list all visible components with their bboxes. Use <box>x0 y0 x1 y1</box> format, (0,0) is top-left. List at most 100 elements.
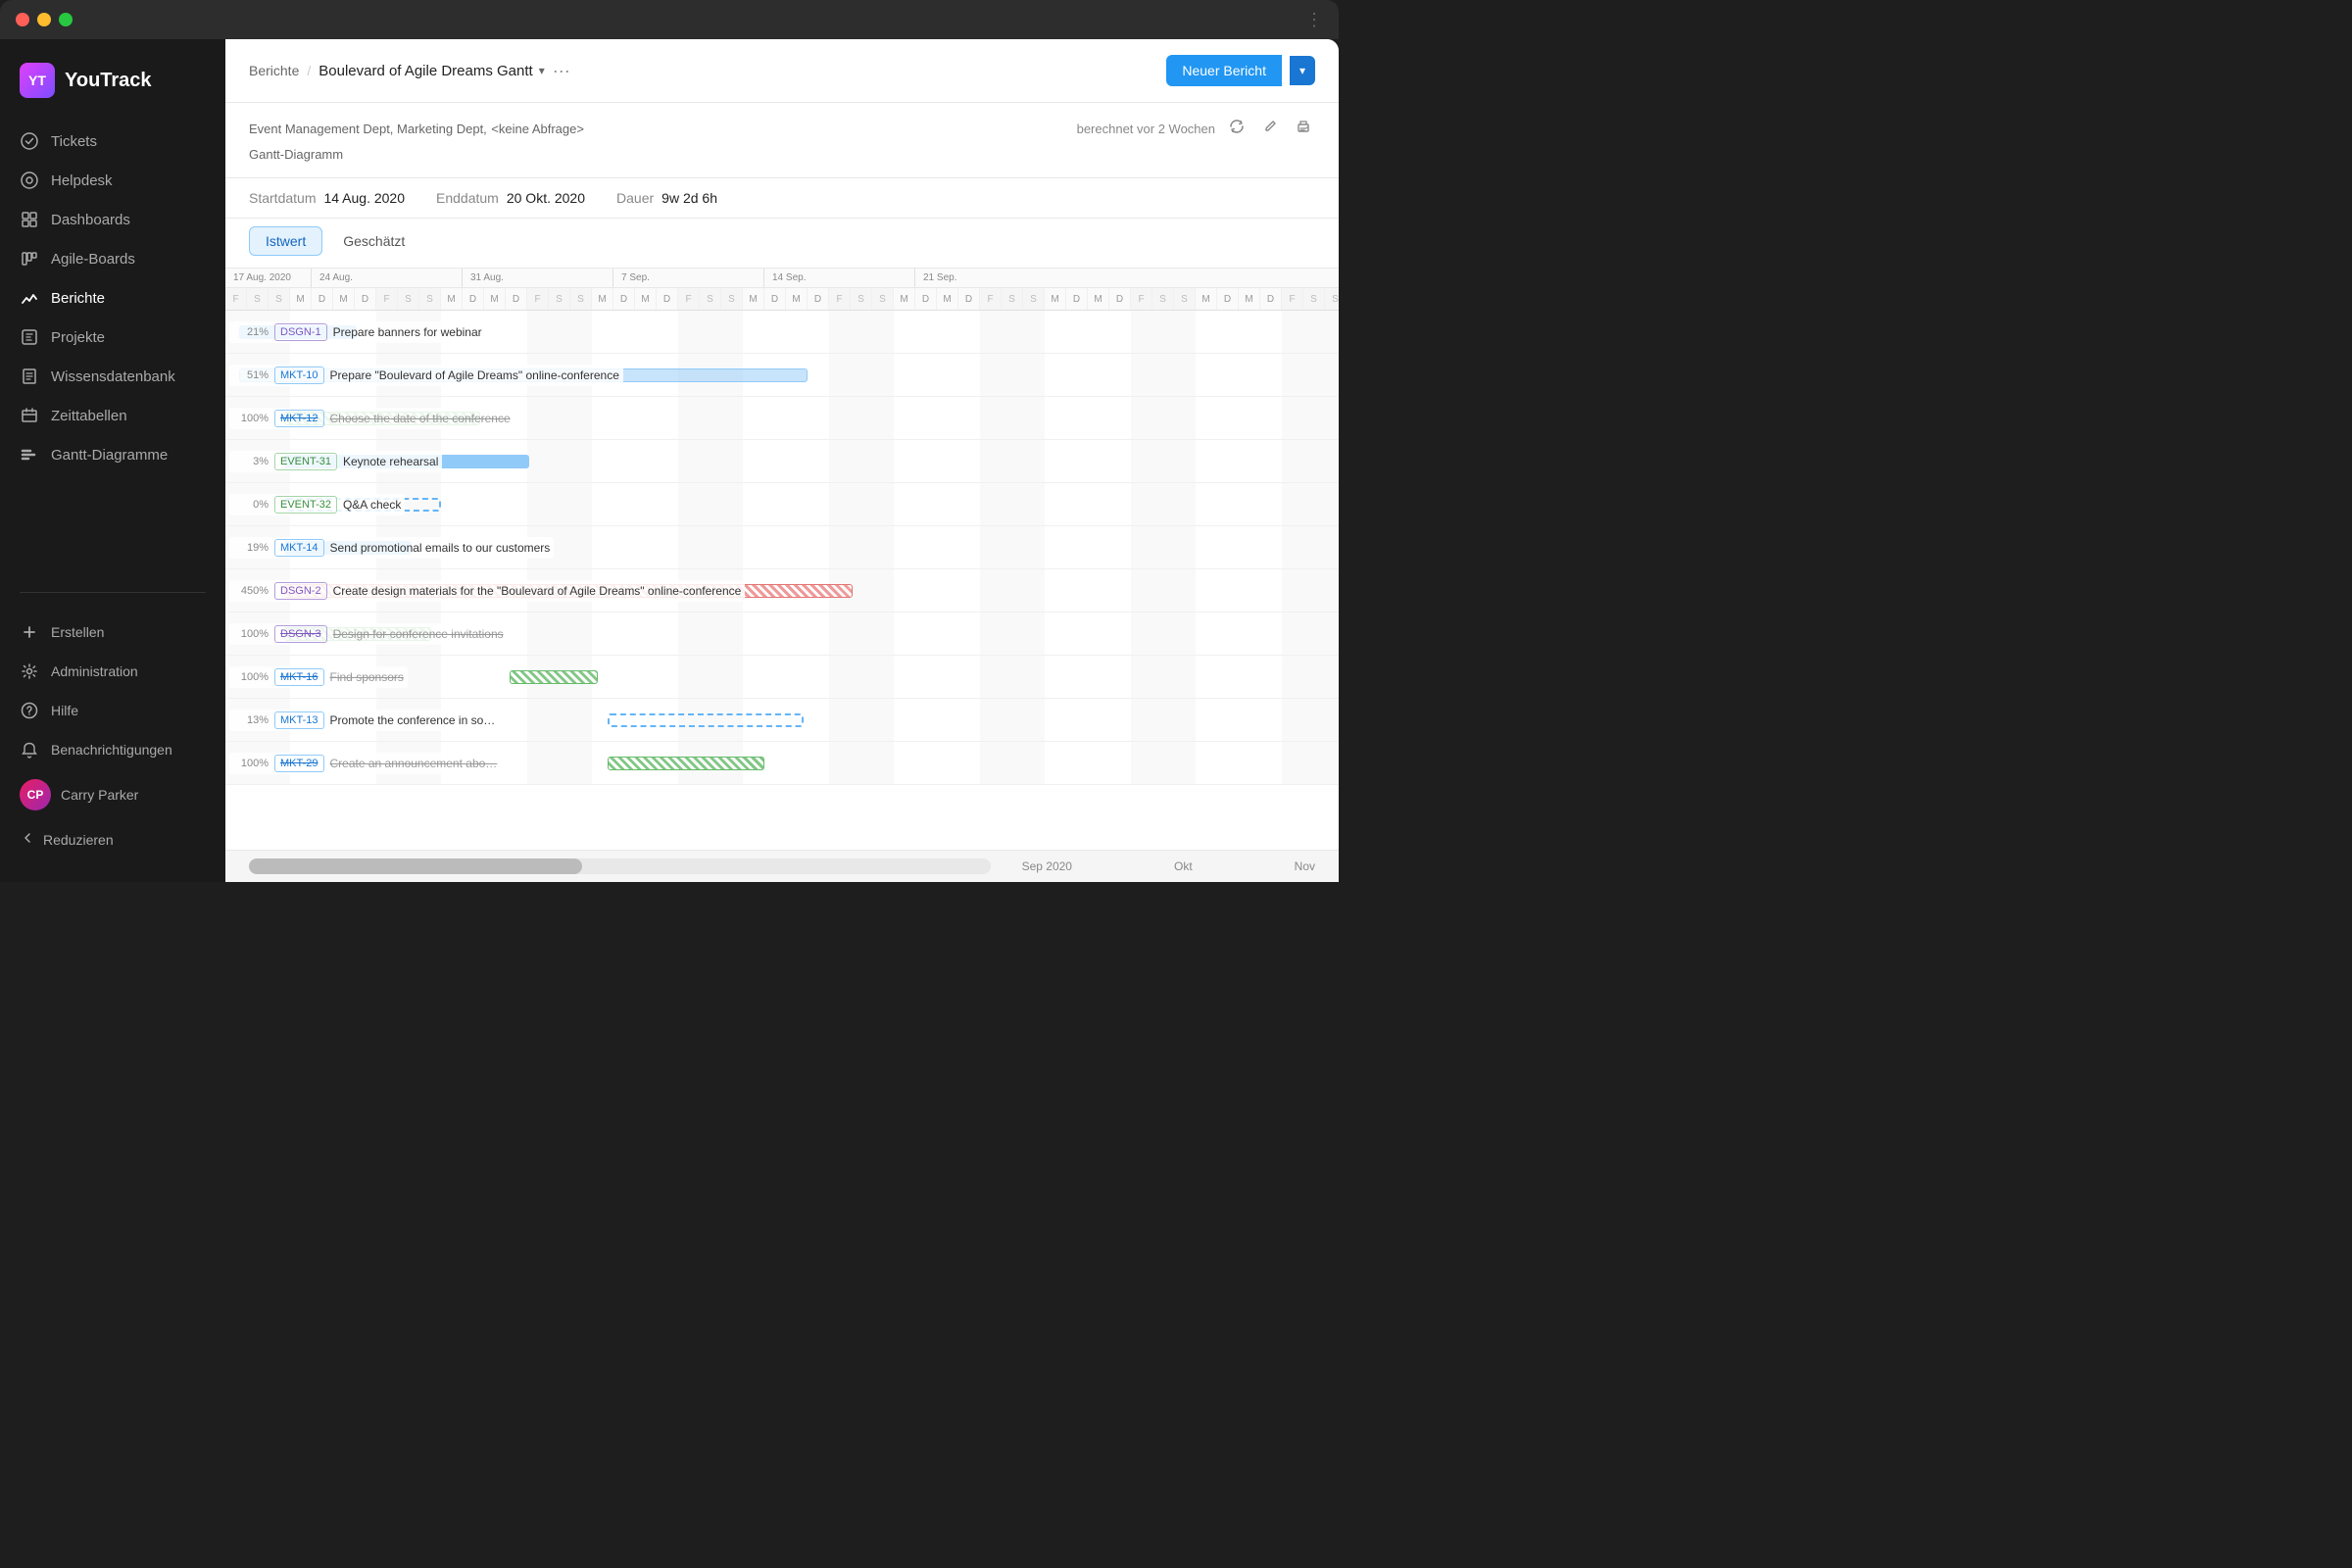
day-cell: S <box>269 288 290 310</box>
sidebar-item-tickets[interactable]: Tickets <box>0 122 225 161</box>
sidebar-item-projekte[interactable]: Projekte <box>0 318 225 357</box>
window-menu-icon[interactable]: ⋮ <box>1305 10 1323 30</box>
task-percent: 51% <box>233 369 269 381</box>
task-id[interactable]: MKT-12 <box>274 410 324 427</box>
sidebar-item-dashboards[interactable]: Dashboards <box>0 200 225 239</box>
day-cell: M <box>441 288 463 310</box>
task-id[interactable]: MKT-16 <box>274 668 324 686</box>
day-cell: D <box>1109 288 1131 310</box>
gantt-days-header: (function() { const days = ['F','S','S',… <box>225 288 1339 310</box>
traffic-lights <box>16 13 73 26</box>
breadcrumb: Berichte / Boulevard of Agile Dreams Gan… <box>249 61 570 81</box>
task-id[interactable]: MKT-14 <box>274 539 324 557</box>
day-cell: S <box>872 288 894 310</box>
sidebar-item-helpdesk[interactable]: Helpdesk <box>0 161 225 200</box>
gantt-row: 51% MKT-10 Prepare "Boulevard of Agile Dre… <box>225 354 1339 397</box>
day-cell: S <box>549 288 570 310</box>
close-button[interactable] <box>16 13 29 26</box>
istwert-toggle[interactable]: Istwert <box>249 226 322 256</box>
sidebar-item-berichte[interactable]: Berichte <box>0 278 225 318</box>
sidebar-logo[interactable]: YT YouTrack <box>0 55 225 122</box>
new-report-button[interactable]: Neuer Bericht <box>1166 55 1282 86</box>
task-label-area: 100% MKT-29 Create an announcement abo… <box>229 753 501 774</box>
bell-icon <box>20 740 39 760</box>
header-actions: Neuer Bericht ▾ <box>1166 55 1315 86</box>
task-id[interactable]: DSGN-1 <box>274 323 327 341</box>
task-id[interactable]: MKT-13 <box>274 711 324 729</box>
user-profile[interactable]: CP Carry Parker <box>0 769 225 820</box>
task-label-area: 21%DSGN-1Prepare banners for webinar <box>229 321 486 343</box>
reduce-button[interactable]: Reduzieren <box>0 820 225 858</box>
geschaetzt-toggle[interactable]: Geschätzt <box>326 226 421 256</box>
print-icon[interactable] <box>1292 115 1315 143</box>
task-name: Find sponsors <box>330 670 404 684</box>
gantt-bar[interactable] <box>608 757 764 770</box>
day-cell: M <box>1196 288 1217 310</box>
task-id[interactable]: DSGN-3 <box>274 625 327 643</box>
gantt-scroll-track[interactable] <box>249 858 991 874</box>
task-id[interactable]: MKT-10 <box>274 367 324 384</box>
logo-text: YouTrack <box>65 70 152 92</box>
day-cell: S <box>1023 288 1045 310</box>
main-content: Berichte / Boulevard of Agile Dreams Gan… <box>225 39 1339 882</box>
sidebar-item-zeittabellen[interactable]: Zeittabellen <box>0 396 225 435</box>
sidebar-item-hilfe[interactable]: Hilfe <box>0 691 225 730</box>
sidebar-item-label: Berichte <box>51 290 105 307</box>
day-cell: D <box>355 288 376 310</box>
day-cell: F <box>1282 288 1303 310</box>
task-name: Create an announcement abo… <box>330 757 498 770</box>
sidebar-item-label: Agile-Boards <box>51 251 135 268</box>
minimize-button[interactable] <box>37 13 51 26</box>
sidebar-item-gantt[interactable]: Gantt-Diagramme <box>0 435 225 474</box>
sidebar-item-administration[interactable]: Administration <box>0 652 225 691</box>
task-id[interactable]: EVENT-32 <box>274 496 337 514</box>
sidebar: YT YouTrack Tickets Helpdesk D <box>0 39 225 882</box>
report-calc: berechnet vor 2 Wochen <box>1077 115 1315 143</box>
day-cell: D <box>808 288 829 310</box>
task-label-area: 450%DSGN-2Create design materials for th… <box>229 580 745 602</box>
week-label-6: 21 Sep. <box>915 269 964 287</box>
gantt-body: 21%DSGN-1Prepare banners for webinar51%M… <box>225 311 1339 850</box>
window-chrome: ⋮ <box>0 0 1339 39</box>
edit-icon[interactable] <box>1258 115 1282 143</box>
new-report-dropdown-button[interactable]: ▾ <box>1290 56 1315 85</box>
gantt-bar[interactable] <box>608 713 804 727</box>
sidebar-item-wissensdatenbank[interactable]: Wissensdatenbank <box>0 357 225 396</box>
day-cell: F <box>376 288 398 310</box>
day-cell: D <box>613 288 635 310</box>
start-date-field: Startdatum 14 Aug. 2020 <box>249 190 405 206</box>
day-cell: F <box>225 288 247 310</box>
calculated-text: berechnet vor 2 Wochen <box>1077 122 1215 136</box>
gantt-scroll-thumb[interactable] <box>249 858 582 874</box>
task-id[interactable]: DSGN-2 <box>274 582 327 600</box>
sidebar-item-benachrichtigungen[interactable]: Benachrichtigungen <box>0 730 225 769</box>
no-query-link[interactable]: <keine Abfrage> <box>491 122 584 136</box>
sidebar-item-agile-boards[interactable]: Agile-Boards <box>0 239 225 278</box>
task-label-area: 19%MKT-14Send promotional emails to our … <box>229 537 554 559</box>
dashboard-icon <box>20 210 39 229</box>
gantt-bar[interactable] <box>510 670 598 684</box>
sidebar-item-label: Tickets <box>51 133 97 150</box>
maximize-button[interactable] <box>59 13 73 26</box>
sidebar-item-erstellen[interactable]: Erstellen <box>0 612 225 652</box>
week-label-1: 17 Aug. 2020 <box>225 269 312 287</box>
chevron-down-icon[interactable]: ▾ <box>539 64 545 77</box>
task-percent: 100% <box>233 758 269 769</box>
refresh-icon[interactable] <box>1225 115 1249 143</box>
task-id[interactable]: MKT-29 <box>274 755 324 772</box>
day-cell: S <box>1303 288 1325 310</box>
nav-items: Tickets Helpdesk Dashboards Agile-Boards <box>0 122 225 580</box>
day-cell: D <box>506 288 527 310</box>
sidebar-item-label: Helpdesk <box>51 172 113 189</box>
task-id[interactable]: EVENT-31 <box>274 453 337 470</box>
breadcrumb-root[interactable]: Berichte <box>249 63 299 78</box>
task-name: Prepare "Boulevard of Agile Dreams" onli… <box>330 368 619 382</box>
week-label-2: 24 Aug. <box>312 269 463 287</box>
day-cell: F <box>829 288 851 310</box>
task-percent: 21% <box>233 326 269 338</box>
day-cell: S <box>1174 288 1196 310</box>
task-percent: 450% <box>233 585 269 597</box>
sidebar-item-label: Projekte <box>51 329 105 346</box>
more-options-icon[interactable]: ··· <box>553 61 570 81</box>
gantt-row: 19%MKT-14Send promotional emails to our … <box>225 526 1339 569</box>
